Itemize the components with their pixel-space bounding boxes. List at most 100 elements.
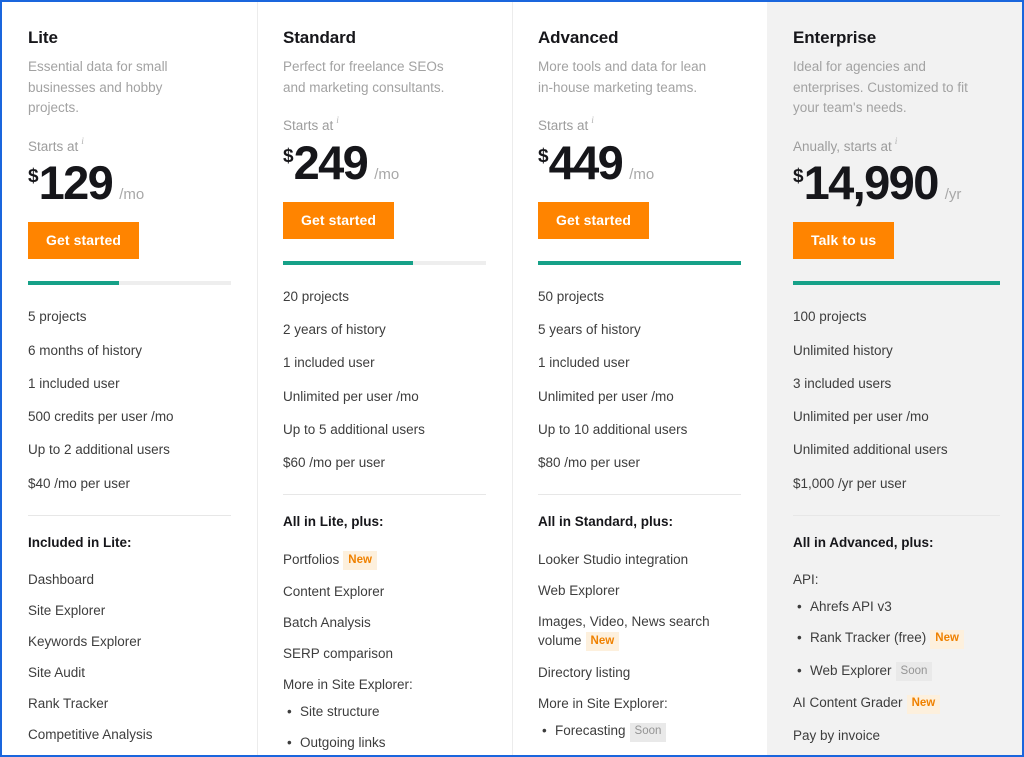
feature-label: Dashboard — [28, 572, 95, 588]
cta-button[interactable]: Get started — [538, 201, 650, 239]
feature-sub-item: Ahrefs API v3 — [793, 591, 1000, 622]
price-row: $249/mo — [283, 139, 486, 186]
price-period: /mo — [374, 165, 400, 183]
spec-item: $80 /mo per user — [538, 455, 641, 471]
plan-description: Perfect for freelance SEOs and marketing… — [283, 59, 445, 95]
feature-item: AI Content Grader New — [793, 687, 1000, 720]
feature-item: Site Explorer — [28, 595, 231, 626]
plan-meter-fill — [28, 281, 120, 286]
feature-item: Rank Tracker — [28, 688, 231, 719]
section-divider — [538, 494, 741, 496]
spec-list: 20 projects 2 years of history 1 included … — [283, 281, 486, 481]
currency-symbol: $ — [538, 145, 549, 167]
feature-label: Content Explorer — [283, 584, 385, 600]
feature-label: Forecasting — [555, 723, 626, 739]
spec-item: $60 /mo per user — [283, 455, 386, 471]
badge-new: New — [585, 632, 620, 652]
plan-meter — [538, 260, 741, 265]
plan-description: Essential data for small businesses and … — [28, 59, 168, 116]
currency-symbol: $ — [283, 145, 294, 167]
feature-label: Keywords Explorer — [28, 634, 142, 650]
info-icon[interactable]: i — [81, 137, 84, 148]
spec-list: 5 projects 6 months of history 1 included … — [28, 301, 231, 501]
cta-button[interactable]: Talk to us — [793, 222, 895, 260]
feature-label: Competitive Analysis — [28, 727, 153, 743]
feature-item: Portfolios New — [283, 544, 486, 577]
feature-item: Keywords Explorer — [28, 626, 231, 657]
feature-label: Looker Studio integration — [538, 551, 689, 567]
feature-sub-item: SegmentationSoon — [538, 748, 741, 755]
plan-meter — [28, 281, 231, 286]
spec-item: 1 included user — [283, 355, 375, 371]
plan-name: Standard — [283, 28, 356, 47]
pricing-card-lite: Lite Essential data for small businesses … — [2, 2, 257, 755]
price-amount: 129 — [38, 156, 114, 210]
plan-meter-fill — [538, 260, 741, 265]
spec-item: Unlimited history — [793, 342, 893, 358]
spec-item: 1 included user — [538, 355, 630, 371]
pricing-card-standard: Standard Perfect for freelance SEOs and m… — [257, 2, 512, 755]
feature-list: Portfolios New Content Explorer Batch Analy… — [283, 544, 486, 755]
spec-item: Up to 5 additional users — [283, 421, 425, 437]
badge-new: New — [930, 629, 964, 649]
feature-label: API: — [793, 572, 819, 588]
feature-list: Dashboard Site Explorer Keywords Explorer S… — [28, 564, 231, 755]
feature-item: Looker Studio integration — [538, 544, 741, 575]
feature-label: Portfolios — [283, 551, 340, 567]
feature-label: Web Explorer — [538, 582, 620, 598]
feature-item: API: — [793, 564, 1000, 591]
pricing-card-advanced: Advanced More tools and data for lean in-… — [512, 2, 767, 755]
spec-item: 5 projects — [28, 309, 87, 325]
price-period: /yr — [944, 186, 962, 204]
feature-item: Batch Analysis — [283, 607, 486, 638]
feature-item: Directory listing — [538, 657, 741, 688]
feature-list: API:Ahrefs API v3Rank Tracker (free)NewW… — [793, 564, 1000, 755]
cta-button[interactable]: Get started — [28, 222, 140, 260]
starts-at-label: Anually, starts at i — [793, 136, 898, 154]
spec-item: $40 /mo per user — [28, 475, 131, 491]
feature-item: Images, Video, News search volume New — [538, 606, 741, 658]
feature-label: SERP comparison — [283, 646, 394, 662]
feature-item: Content Explorer — [283, 576, 486, 607]
features-heading: All in Standard, plus: — [538, 514, 674, 530]
feature-subgroup: ForecastingSoonSegmentationSoon — [538, 715, 741, 755]
cta-button[interactable]: Get started — [283, 201, 395, 239]
section-divider — [28, 514, 231, 516]
spec-item: 2 years of history — [283, 322, 386, 338]
plan-meter — [283, 260, 486, 265]
spec-item: 500 credits per user /mo — [28, 409, 174, 425]
spec-item: 20 projects — [283, 288, 350, 304]
feature-item: SERP history — [28, 750, 231, 755]
price-row: $129/mo — [28, 159, 231, 206]
feature-item: Pay by invoice — [793, 720, 1000, 751]
spec-item: 3 included users — [793, 375, 892, 391]
info-icon[interactable]: i — [591, 116, 594, 127]
spec-item: $1,000 /yr per user — [793, 475, 907, 491]
plan-description: More tools and data for lean in-house ma… — [538, 59, 707, 95]
pricing-table: Lite Essential data for small businesses … — [0, 0, 1024, 757]
spec-item: Up to 2 additional users — [28, 442, 170, 458]
plan-name: Lite — [28, 28, 58, 47]
badge-new: New — [906, 694, 941, 714]
price-amount: 249 — [293, 135, 369, 189]
feature-label: Images, Video, News search volume — [538, 613, 710, 648]
feature-subgroup: Site structureOutgoing linksCalendar vie… — [283, 696, 486, 755]
info-icon[interactable]: i — [336, 116, 339, 127]
feature-sub-item: Web ExplorerSoon — [793, 655, 1000, 688]
spec-item: 1 included user — [28, 375, 120, 391]
spec-item: 5 years of history — [538, 322, 641, 338]
feature-item: Site Audit — [28, 657, 231, 688]
plan-meter-fill — [793, 281, 1000, 286]
feature-label: Rank Tracker — [28, 696, 109, 712]
price-row: $449/mo — [538, 139, 741, 186]
spec-list: 100 projects Unlimited history 3 included … — [793, 301, 1000, 501]
feature-list: Looker Studio integration Web Explorer Ima… — [538, 544, 741, 755]
currency-symbol: $ — [28, 166, 39, 188]
info-icon[interactable]: i — [895, 137, 898, 148]
features-heading: Included in Lite: — [28, 534, 132, 550]
spec-item: Unlimited additional users — [793, 442, 948, 458]
plan-name: Enterprise — [793, 28, 877, 47]
spec-item: 50 projects — [538, 288, 605, 304]
price-period: /mo — [119, 186, 145, 204]
features-heading: All in Lite, plus: — [283, 514, 384, 530]
